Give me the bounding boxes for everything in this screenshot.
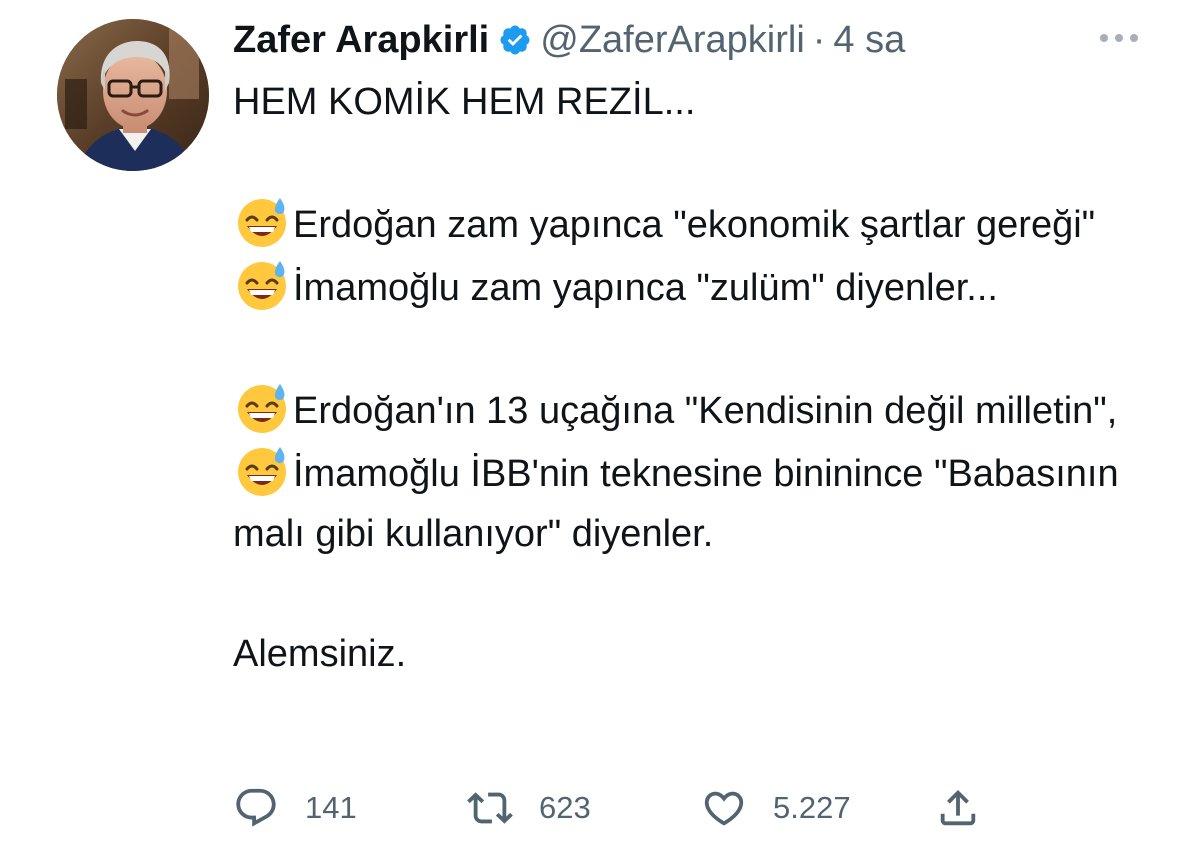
tweet-line: İmamoğlu İBB'nin teknesine bininince "Ba… [233, 453, 1119, 555]
tweet-timestamp[interactable]: 4 sa [833, 20, 905, 60]
like-button[interactable]: 5.227 [701, 780, 851, 836]
sweat-smile-emoji [233, 441, 291, 499]
reply-icon [233, 785, 279, 831]
share-button[interactable] [935, 780, 981, 836]
sweat-smile-emoji [233, 378, 291, 436]
tweet-line: Erdoğan'ın 13 uçağına "Kendisinin değil … [293, 390, 1118, 432]
share-icon [935, 785, 981, 831]
tweet-text: HEM KOMİK HEM REZİL... Erdoğan zam yapın… [233, 72, 1163, 684]
tweet-headline: HEM KOMİK HEM REZİL... [233, 81, 696, 123]
verified-badge-icon [498, 23, 532, 57]
avatar[interactable] [57, 19, 209, 171]
heart-icon [701, 785, 747, 831]
avatar-photo [57, 19, 209, 171]
retweet-icon [467, 785, 513, 831]
retweet-count: 623 [539, 790, 591, 825]
tweet-actions: 141 623 5.227 [233, 780, 993, 836]
more-dots-icon[interactable] [1096, 30, 1142, 46]
separator-dot: · [812, 19, 826, 61]
tweet-paragraph: Erdoğan zam yapınca "ekonomik şartlar ge… [233, 192, 1163, 255]
tweet-paragraph: İmamoğlu İBB'nin teknesine bininince "Ba… [233, 441, 1163, 564]
tweet-paragraph: İmamoğlu zam yapınca "zulüm" diyenler... [233, 255, 1163, 318]
tweet-line: Erdoğan zam yapınca "ekonomik şartlar ge… [293, 204, 1096, 246]
tweet-line: İmamoğlu zam yapınca "zulüm" diyenler... [293, 267, 998, 309]
tweet-header: Zafer Arapkirli @ZaferArapkirli · 4 sa [233, 20, 905, 60]
sweat-smile-emoji [233, 255, 291, 313]
retweet-button[interactable]: 623 [467, 780, 591, 836]
tweet-paragraph: Erdoğan'ın 13 uçağına "Kendisinin değil … [233, 378, 1163, 441]
tweet: Zafer Arapkirli @ZaferArapkirli · 4 sa H… [0, 0, 1200, 859]
user-handle[interactable]: @ZaferArapkirli [540, 20, 805, 60]
like-count: 5.227 [773, 790, 851, 825]
tweet-closing: Alemsiniz. [233, 633, 407, 675]
reply-button[interactable]: 141 [233, 780, 357, 836]
display-name[interactable]: Zafer Arapkirli [233, 20, 489, 60]
sweat-smile-emoji [233, 192, 291, 250]
reply-count: 141 [305, 790, 357, 825]
